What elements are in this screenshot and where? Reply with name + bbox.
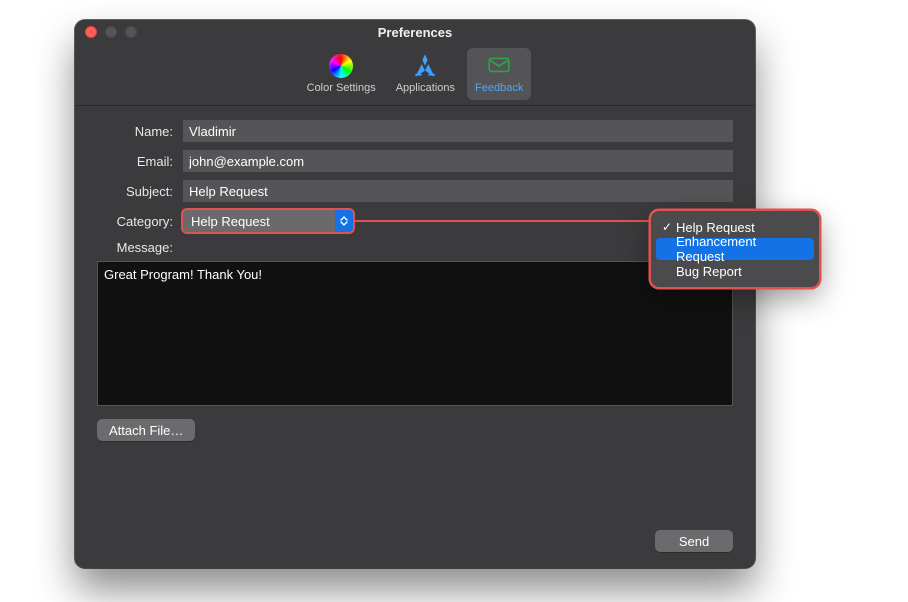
subject-label: Subject: <box>97 184 183 199</box>
category-option-label: Enhancement Request <box>676 234 808 264</box>
name-label: Name: <box>97 124 183 139</box>
chevron-up-down-icon <box>335 210 353 232</box>
email-field[interactable] <box>183 150 733 172</box>
checkmark-icon: ✓ <box>660 220 674 234</box>
category-label: Category: <box>97 214 183 229</box>
category-dropdown-menu: ✓Help RequestEnhancement RequestBug Repo… <box>651 211 819 287</box>
feedback-form: Name: Email: Subject: Category: Help Req… <box>75 106 755 568</box>
minimize-window-button[interactable] <box>105 26 117 38</box>
email-label: Email: <box>97 154 183 169</box>
tab-label: Applications <box>396 82 455 94</box>
attach-file-button[interactable]: Attach File… <box>97 419 195 441</box>
titlebar: Preferences <box>75 20 755 44</box>
preferences-window: Preferences Color Settings Applications <box>75 20 755 568</box>
preferences-toolbar: Color Settings Applications <box>75 44 755 106</box>
category-option-label: Bug Report <box>676 264 742 279</box>
category-select[interactable]: Help Request <box>183 210 353 232</box>
category-option[interactable]: Enhancement Request <box>656 238 814 260</box>
tab-label: Feedback <box>475 82 523 94</box>
message-label: Message: <box>97 240 183 255</box>
applications-icon <box>411 52 439 80</box>
tab-applications[interactable]: Applications <box>388 48 463 100</box>
name-field[interactable] <box>183 120 733 142</box>
send-button[interactable]: Send <box>655 530 733 552</box>
tab-color-settings[interactable]: Color Settings <box>299 48 384 100</box>
window-controls <box>85 26 137 38</box>
subject-field[interactable] <box>183 180 733 202</box>
message-textarea[interactable] <box>97 261 733 406</box>
zoom-window-button[interactable] <box>125 26 137 38</box>
window-title: Preferences <box>75 25 755 40</box>
color-wheel-icon <box>327 52 355 80</box>
tab-label: Color Settings <box>307 82 376 94</box>
feedback-icon <box>485 52 513 80</box>
callout-connector-line <box>353 220 651 222</box>
category-option-label: Help Request <box>676 220 755 235</box>
close-window-button[interactable] <box>85 26 97 38</box>
tab-feedback[interactable]: Feedback <box>467 48 531 100</box>
category-select-value: Help Request <box>183 214 335 229</box>
